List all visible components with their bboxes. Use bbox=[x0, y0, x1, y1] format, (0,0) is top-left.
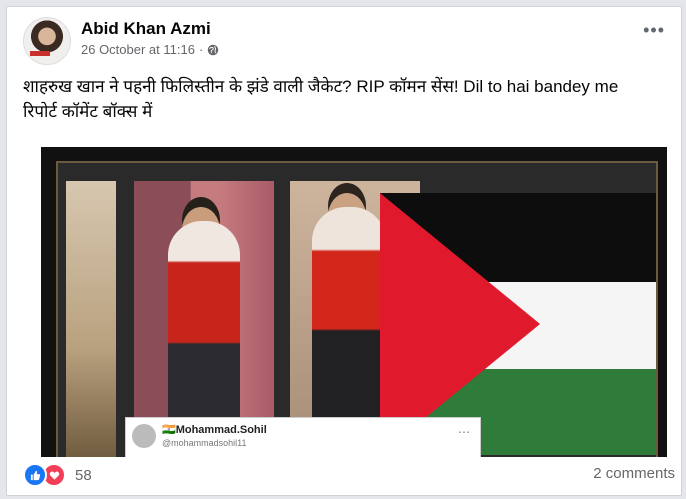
person-in-jacket bbox=[312, 207, 386, 441]
comments-link[interactable]: 2 comments bbox=[593, 465, 675, 482]
post-text-line-1: शाहरुख खान ने पहनी फिलिस्तीन के झंडे वाल… bbox=[23, 77, 619, 96]
globe-icon[interactable] bbox=[207, 44, 219, 56]
avatar bbox=[132, 424, 156, 448]
photo-panel-1 bbox=[66, 181, 116, 457]
like-icon bbox=[23, 463, 47, 487]
comment-author: 🇮🇳Mohammad.Sohil bbox=[162, 424, 267, 436]
more-options-icon[interactable]: ••• bbox=[643, 21, 665, 39]
comment-handle: @mohammadsohil11 bbox=[162, 438, 247, 448]
author-name[interactable]: Abid Khan Azmi bbox=[81, 19, 211, 39]
palestine-flag-image bbox=[380, 193, 656, 455]
post-card: Abid Khan Azmi 26 October at 11:16 · •••… bbox=[6, 6, 682, 496]
embedded-comment-card: 🇮🇳Mohammad.Sohil @mohammadsohil11 ⋯ bbox=[125, 417, 481, 457]
post-image[interactable]: 🇮🇳Mohammad.Sohil @mohammadsohil11 ⋯ bbox=[41, 147, 667, 457]
post-meta: 26 October at 11:16 · bbox=[81, 42, 219, 57]
post-text-line-2: रिपोर्ट कॉमेंट बॉक्स में bbox=[23, 102, 153, 121]
post-text: शाहरुख खान ने पहनी फिलिस्तीन के झंडे वाल… bbox=[23, 74, 671, 124]
avatar[interactable] bbox=[23, 17, 71, 65]
person-in-jacket bbox=[168, 221, 240, 441]
reaction-count: 58 bbox=[75, 466, 92, 484]
more-icon: ⋯ bbox=[458, 425, 470, 439]
reactions-summary[interactable]: 58 bbox=[23, 463, 92, 487]
separator: · bbox=[198, 42, 204, 57]
photo-collage bbox=[56, 161, 658, 457]
timestamp[interactable]: 26 October at 11:16 bbox=[81, 42, 195, 57]
